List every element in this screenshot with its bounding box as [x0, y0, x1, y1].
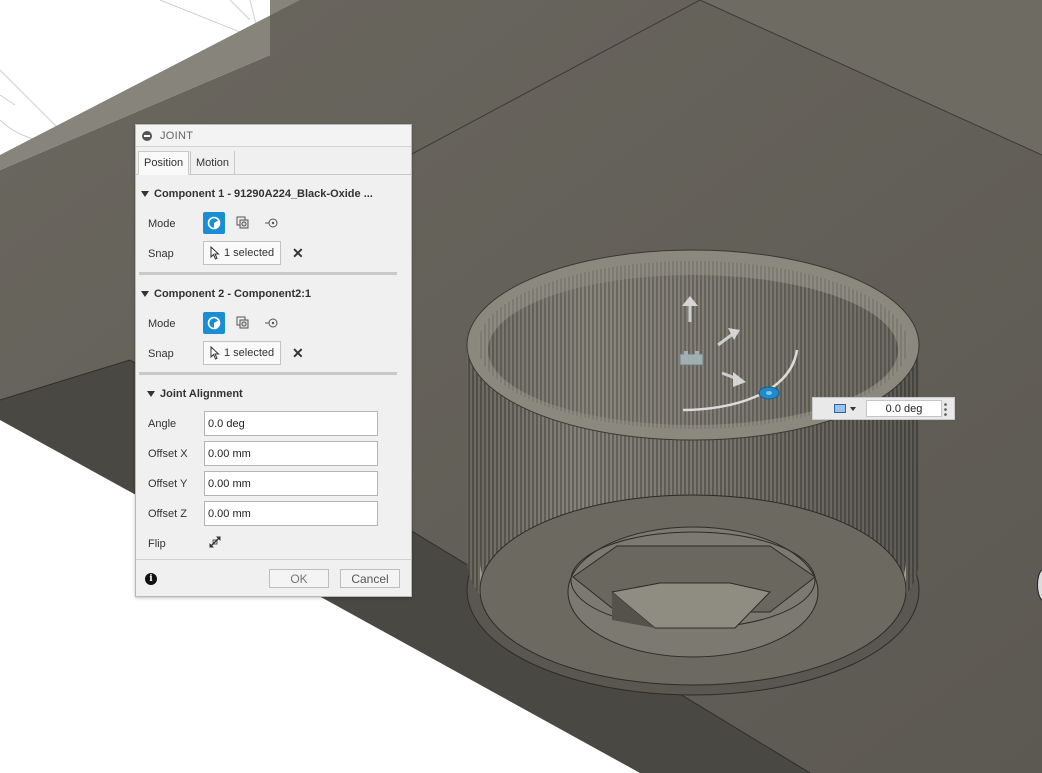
mode-between-button[interactable] [232, 312, 254, 334]
component2-snap-value: 1 selected [224, 347, 275, 359]
component1-snap-value: 1 selected [224, 247, 275, 259]
component1-snap-label: Snap [148, 248, 174, 260]
flip-button[interactable] [208, 535, 222, 552]
offset-y-input[interactable] [204, 471, 378, 496]
mode-between-button[interactable] [232, 212, 254, 234]
angle-input[interactable] [204, 411, 378, 436]
component2-title: Component 2 - Component2:1 [154, 288, 312, 300]
cursor-icon [210, 346, 220, 360]
info-icon[interactable]: i [145, 573, 157, 585]
dialog-titlebar[interactable]: JOINT [136, 125, 411, 147]
cancel-button[interactable]: Cancel [340, 569, 400, 588]
ok-button[interactable]: OK [269, 569, 329, 588]
component2-clear-icon[interactable]: ✕ [292, 346, 304, 360]
between-mode-icon [236, 316, 249, 329]
expand-triangle-icon [141, 191, 149, 197]
offset-z-label: Offset Z [148, 508, 187, 520]
component2-snap-label: Snap [148, 348, 174, 360]
component1-title: Component 1 - 91290A224_Black-Oxide ... [154, 188, 373, 200]
collapse-icon[interactable] [142, 130, 152, 141]
mode-two-edge-button[interactable] [261, 212, 283, 234]
joint-dialog: JOINT Position Motion Component 1 - 9129… [135, 124, 412, 597]
component2-mode-label: Mode [148, 318, 176, 330]
component2-snap-selection[interactable]: 1 selected [203, 341, 281, 365]
expand-triangle-icon [141, 291, 149, 297]
offset-z-input[interactable] [204, 501, 378, 526]
section-divider [139, 272, 397, 275]
mode-simple-button[interactable] [203, 212, 225, 234]
two-edge-mode-icon [265, 218, 278, 228]
simple-mode-icon [207, 316, 221, 330]
offset-x-input[interactable] [204, 441, 378, 466]
mode-two-edge-button[interactable] [261, 312, 283, 334]
expand-triangle-icon [147, 391, 155, 397]
angle-mini-input[interactable] [866, 400, 942, 417]
component1-mode-label: Mode [148, 218, 176, 230]
tab-bar: Position Motion [136, 147, 411, 175]
dialog-title: JOINT [160, 129, 194, 142]
more-options-icon[interactable] [944, 403, 947, 416]
offset-y-label: Offset Y [148, 478, 188, 490]
alignment-header[interactable]: Joint Alignment [147, 388, 243, 400]
between-mode-icon [236, 216, 249, 229]
two-edge-mode-icon [265, 318, 278, 328]
dialog-footer: i OK Cancel [136, 559, 411, 597]
section-divider [139, 372, 397, 375]
chevron-down-icon[interactable] [850, 406, 856, 411]
tab-motion[interactable]: Motion [190, 151, 236, 174]
flip-icon [209, 536, 221, 548]
cursor-icon [210, 246, 220, 260]
component2-header[interactable]: Component 2 - Component2:1 [141, 288, 311, 300]
angle-mini-toolbar [812, 397, 955, 420]
offset-x-label: Offset X [148, 448, 188, 460]
knurled-knob[interactable] [466, 249, 920, 696]
component1-snap-selection[interactable]: 1 selected [203, 241, 281, 265]
component1-header[interactable]: Component 1 - 91290A224_Black-Oxide ... [141, 188, 373, 200]
mode-simple-button[interactable] [203, 312, 225, 334]
view-icon[interactable] [834, 404, 846, 413]
component1-clear-icon[interactable]: ✕ [292, 246, 304, 260]
simple-mode-icon [207, 216, 221, 230]
angle-label: Angle [148, 418, 177, 430]
flip-label: Flip [148, 538, 166, 550]
tab-position[interactable]: Position [138, 151, 190, 175]
alignment-title: Joint Alignment [160, 388, 243, 400]
